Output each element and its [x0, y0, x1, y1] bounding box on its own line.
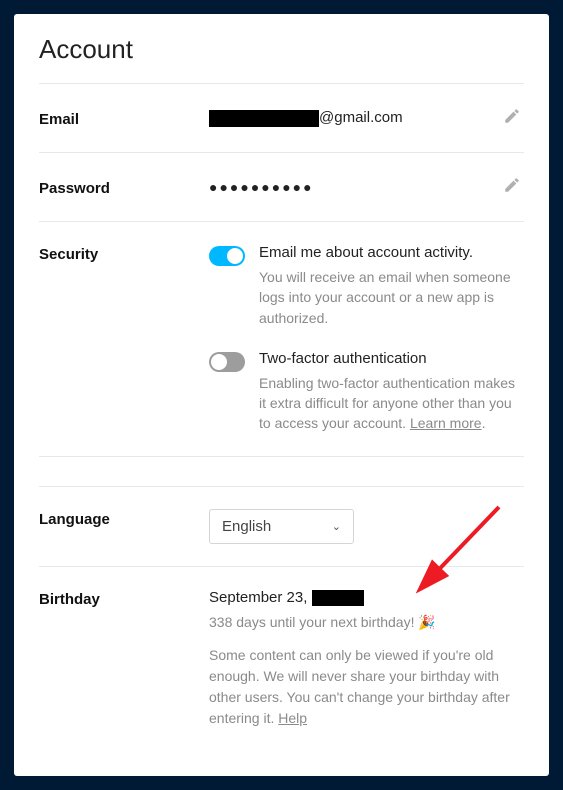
activity-email-desc: You will receive an email when someone l…: [259, 267, 524, 328]
email-section: Email @gmail.com: [39, 83, 524, 152]
edit-email-button[interactable]: [500, 106, 524, 130]
twofa-title: Two-factor authentication: [259, 350, 524, 367]
language-selected: English: [222, 518, 271, 535]
divider: [39, 456, 524, 486]
birthday-note: Some content can only be viewed if you'r…: [209, 645, 524, 729]
security-label: Security: [39, 244, 209, 263]
birthday-year-redacted: [312, 590, 364, 606]
password-label: Password: [39, 178, 209, 197]
password-value: ●●●●●●●●●●: [209, 179, 500, 195]
language-select[interactable]: English ⌄: [209, 509, 354, 544]
email-domain: @gmail.com: [319, 109, 403, 126]
twofa-row: Two-factor authentication Enabling two-f…: [209, 350, 524, 434]
language-section: Language English ⌄: [39, 486, 524, 566]
email-redacted: [209, 110, 319, 127]
language-label: Language: [39, 509, 209, 528]
edit-password-button[interactable]: [500, 175, 524, 199]
activity-email-row: Email me about account activity. You wil…: [209, 244, 524, 328]
birthday-label: Birthday: [39, 589, 209, 608]
twofa-toggle[interactable]: [209, 352, 245, 372]
chevron-down-icon: ⌄: [332, 520, 341, 533]
page-title: Account: [39, 34, 524, 65]
security-section: Security Email me about account activity…: [39, 221, 524, 456]
activity-email-title: Email me about account activity.: [259, 244, 524, 261]
pencil-icon: [503, 176, 521, 199]
email-value: @gmail.com: [209, 109, 500, 127]
birthday-help-link[interactable]: Help: [278, 710, 307, 726]
activity-email-toggle[interactable]: [209, 246, 245, 266]
pencil-icon: [503, 107, 521, 130]
password-section: Password ●●●●●●●●●●: [39, 152, 524, 221]
email-label: Email: [39, 109, 209, 128]
twofa-desc: Enabling two-factor authentication makes…: [259, 373, 524, 434]
birthday-date: September 23,: [209, 589, 524, 606]
birthday-section: Birthday September 23, 338 days until yo…: [39, 566, 524, 751]
birthday-countdown: 338 days until your next birthday! 🎉: [209, 614, 524, 631]
twofa-learn-more-link[interactable]: Learn more: [410, 415, 482, 431]
